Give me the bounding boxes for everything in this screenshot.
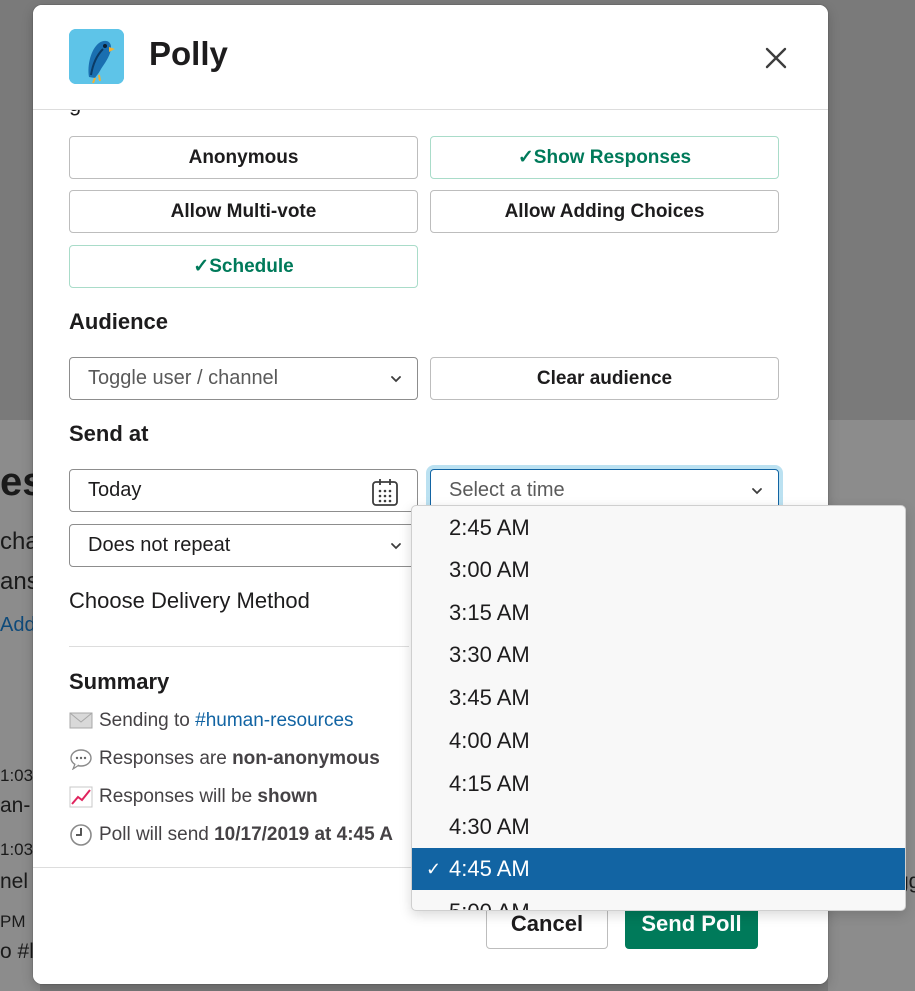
time-option[interactable]: 4:15 AM [412, 763, 905, 805]
summary-visibility-row: Responses will be shown [69, 786, 318, 808]
envelope-icon [69, 712, 93, 729]
bg-fragment: PM [0, 912, 26, 931]
time-option-label: 3:00 AM [449, 557, 530, 582]
time-select-value: Select a time [449, 479, 565, 501]
time-option[interactable]: 2:45 AM [412, 507, 905, 549]
chart-increasing-icon [69, 786, 93, 808]
time-option-label: 5:00 AM [449, 899, 530, 910]
allow-adding-choices-button[interactable]: Allow Adding Choices [430, 190, 779, 233]
time-option[interactable]: 3:15 AM [412, 592, 905, 634]
schedule-button[interactable]: ✓Schedule [69, 245, 418, 288]
audience-select-value: Toggle user / channel [88, 367, 279, 389]
time-option-label: 4:00 AM [449, 728, 530, 753]
chevron-down-icon [752, 488, 762, 495]
time-option[interactable]: 3:00 AM [412, 549, 905, 591]
chevron-down-icon [391, 543, 401, 550]
modal-header: Polly [33, 5, 828, 110]
calendar-icon [372, 479, 398, 506]
summary-text: Sending to [99, 710, 196, 731]
bg-fragment: 1:03 [0, 766, 34, 785]
bg-fragment: nel [0, 870, 29, 893]
time-option[interactable]: 3:45 AM [412, 677, 905, 719]
send-at-label: Send at [69, 421, 149, 446]
audience-select[interactable]: Toggle user / channel [69, 357, 418, 400]
clock-icon [70, 824, 92, 846]
bg-fragment: an- [0, 794, 31, 817]
repeat-select[interactable]: Does not repeat [69, 524, 418, 567]
summary-text: Poll will send [99, 824, 215, 845]
audience-label: Audience [69, 309, 169, 334]
checkmark-icon: ✓ [426, 858, 442, 879]
date-picker-value: Today [88, 479, 142, 501]
summary-label: Summary [69, 669, 170, 694]
polly-logo-icon [69, 29, 124, 84]
show-responses-button[interactable]: ✓Show Responses [430, 136, 779, 179]
divider [69, 646, 409, 647]
time-option[interactable]: 3:30 AM [412, 634, 905, 676]
time-option-selected[interactable]: ✓ 4:45 AM [412, 848, 905, 890]
time-option[interactable]: 4:00 AM [412, 720, 905, 762]
schedule-value: 10/17/2019 at 4:45 A [214, 824, 393, 845]
bg-fragment: o #l [0, 940, 34, 963]
clear-audience-button[interactable]: Clear audience [430, 357, 779, 400]
summary-anonymity-row: Responses are non-anonymous [69, 748, 380, 770]
summary-text: Responses are [99, 748, 233, 769]
time-option[interactable]: 5:00 AM [412, 891, 905, 910]
summary-sending-row: Sending to #human-resources [69, 710, 354, 732]
time-option-label: 3:15 AM [449, 600, 530, 625]
time-option-label: 3:30 AM [449, 642, 530, 667]
bg-fragment: Add [0, 614, 36, 636]
modal-title: Polly [149, 35, 228, 72]
time-dropdown-menu[interactable]: 2:45 AM 3:00 AM 3:15 AM 3:30 AM 3:45 AM … [411, 505, 906, 911]
allow-multi-vote-button[interactable]: Allow Multi-vote [69, 190, 418, 233]
time-option[interactable]: 4:30 AM [412, 806, 905, 848]
repeat-select-value: Does not repeat [88, 534, 231, 556]
time-option-label: 3:45 AM [449, 685, 530, 710]
anonymous-button[interactable]: Anonymous [69, 136, 418, 179]
visibility-value: shown [257, 786, 318, 807]
summary-schedule-row: Poll will send 10/17/2019 at 4:45 A [69, 824, 393, 846]
time-option-label: 4:30 AM [449, 814, 530, 839]
chevron-down-icon [391, 376, 401, 383]
delivery-method-label: Choose Delivery Method [69, 588, 310, 613]
time-option-label: 2:45 AM [449, 515, 530, 540]
close-icon[interactable] [759, 41, 793, 75]
speech-bubble-icon [70, 749, 92, 770]
channel-link[interactable]: #human-resources [195, 710, 353, 731]
time-option-label: 4:45 AM [449, 856, 530, 881]
time-option-label: 4:15 AM [449, 771, 530, 796]
bg-fragment: 1:03 [0, 840, 34, 859]
anonymity-value: non-anonymous [232, 748, 380, 769]
summary-text: Responses will be [99, 786, 258, 807]
date-picker[interactable]: Today [69, 469, 418, 512]
